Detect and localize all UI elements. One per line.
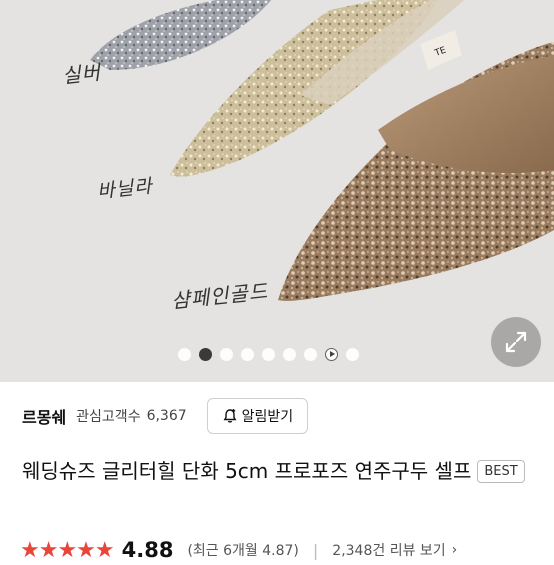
label-silver: 실버 bbox=[61, 60, 103, 88]
best-badge: BEST bbox=[477, 460, 525, 483]
followers-label: 관심고객수 bbox=[76, 409, 141, 425]
carousel-dot[interactable] bbox=[346, 347, 359, 361]
carousel-indicator bbox=[178, 346, 359, 362]
product-title-text: 웨딩슈즈 글리터힐 단화 5cm 프로포즈 연주구두 셀프 bbox=[22, 459, 472, 483]
rating-row[interactable]: ★★★★★ 4.88 (최근 6개월 4.87) | 2,348건 리뷰 보기 … bbox=[20, 535, 457, 565]
carousel-dot[interactable] bbox=[283, 347, 296, 361]
seller-info: 르몽쉐 관심고객수 6,367 알림받기 bbox=[22, 396, 542, 436]
star-rating: ★★★★★ bbox=[20, 537, 115, 563]
recent-rating: (최근 6개월 4.87) bbox=[187, 543, 299, 559]
followers-count: 6,367 bbox=[146, 408, 187, 424]
bell-plus-icon bbox=[223, 409, 237, 423]
carousel-dot[interactable] bbox=[178, 347, 191, 361]
product-image[interactable]: TE 실버 바닐라 샴페인골드 bbox=[0, 0, 554, 382]
product-title: 웨딩슈즈 글리터힐 단화 5cm 프로포즈 연주구두 셀프 BEST bbox=[22, 452, 537, 490]
chevron-right-icon: › bbox=[451, 542, 458, 558]
alarm-subscribe-button[interactable]: 알림받기 bbox=[206, 398, 309, 434]
carousel-dot[interactable] bbox=[220, 347, 233, 361]
label-vanilla: 바닐라 bbox=[96, 175, 154, 203]
carousel-play-dot[interactable] bbox=[325, 347, 338, 361]
rating-score: 4.88 bbox=[121, 538, 174, 562]
expand-diagonal-icon bbox=[505, 331, 527, 353]
carousel-dot[interactable] bbox=[304, 347, 317, 361]
play-icon bbox=[329, 351, 335, 357]
carousel-dot[interactable] bbox=[199, 347, 212, 361]
carousel-dot[interactable] bbox=[262, 347, 275, 361]
reviews-link[interactable]: 2,348건 리뷰 보기 bbox=[332, 540, 445, 560]
divider: | bbox=[312, 540, 319, 560]
carousel-dot[interactable] bbox=[241, 347, 254, 361]
seller-name[interactable]: 르몽쉐 bbox=[22, 404, 66, 428]
expand-button[interactable] bbox=[491, 317, 541, 367]
alarm-button-label: 알림받기 bbox=[241, 409, 294, 425]
